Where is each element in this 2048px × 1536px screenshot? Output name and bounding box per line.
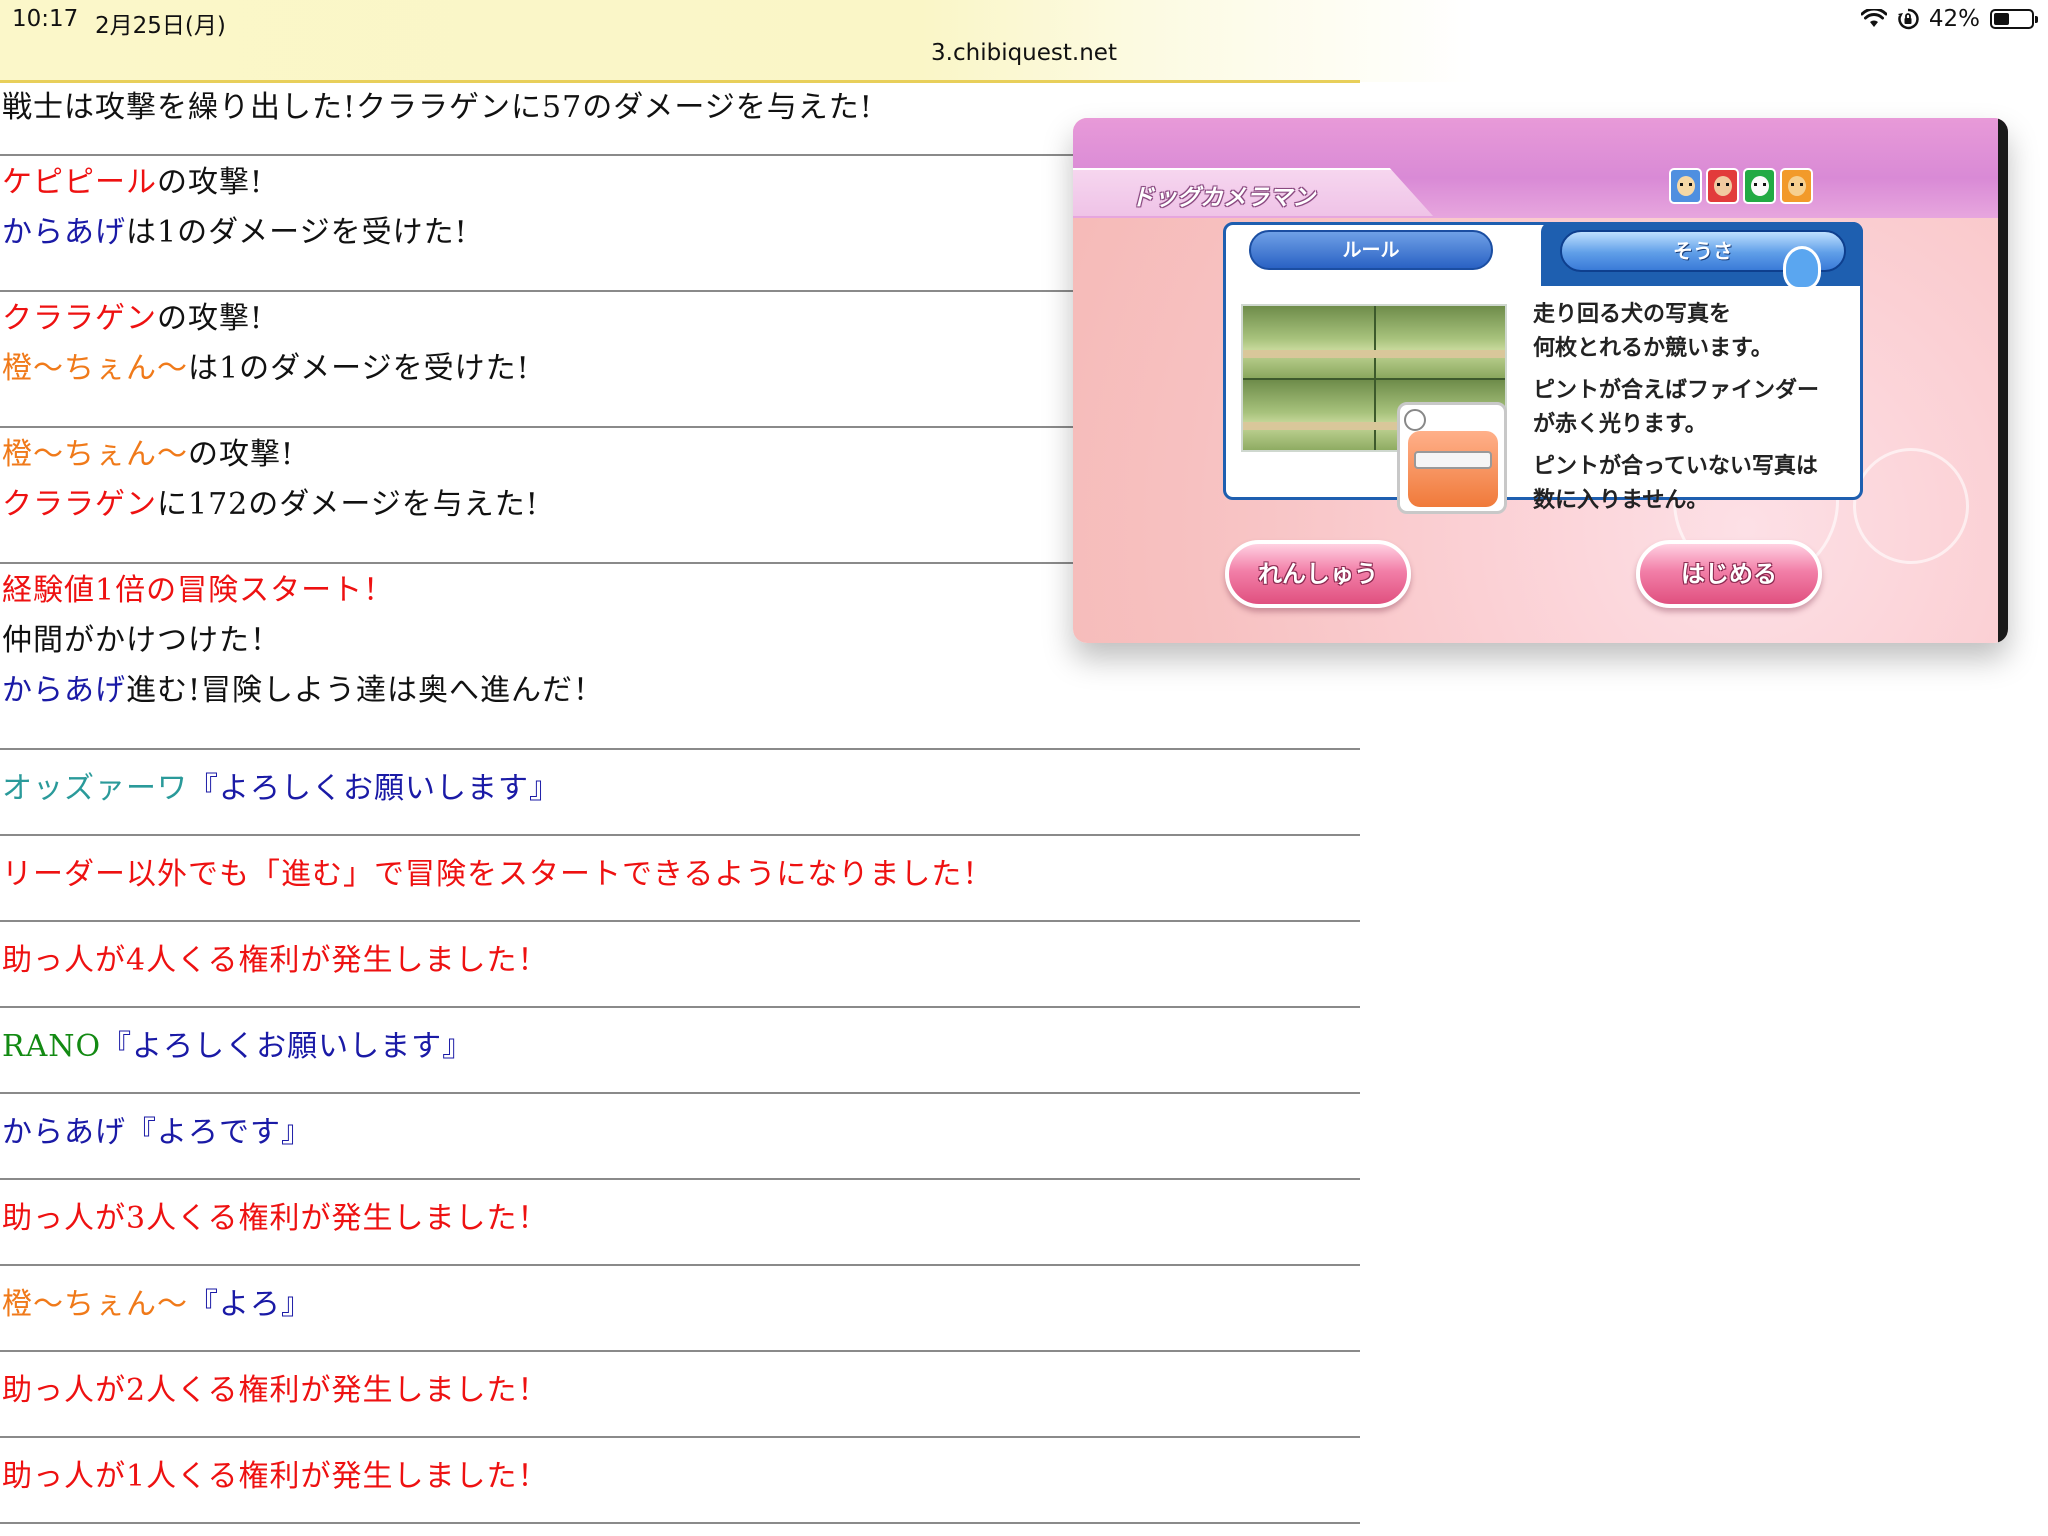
log-entry: オッズァーワ『よろしくお願いします』 [0,750,1360,836]
log-text-segment: 『よろ』 [188,1287,312,1322]
log-line: RANO『よろしくお願いします』 [2,1022,1360,1072]
log-text-segment: 仲間がかけつけた！ [2,623,281,658]
practice-button[interactable]: れんしゅう [1225,540,1411,608]
log-line: リーダー以外でも「進む」で冒険をスタートできるようになりました！ [2,850,1360,900]
instruction-text: 走り回る犬の写真を何枚とれるか競います。ピントが合えばファインダー が赤く光ります… [1533,298,1853,518]
log-entry: 橙〜ちぇん〜『よろ』 [0,1266,1360,1352]
log-text-segment: は1のダメージを受けた! [188,351,530,386]
log-text-segment: リーダー以外でも「進む」で冒険をスタートできるようになりました！ [2,857,994,892]
log-line: オッズァーワ『よろしくお願いします』 [2,764,1360,814]
log-text-segment: 経験値1倍の冒険スタート！ [2,573,395,608]
log-text-segment: に172のダメージを与えた! [157,487,539,522]
log-line: からあげ進む!冒険しよう達は奥へ進んだ！ [2,666,1360,716]
mii-icon [1780,168,1813,204]
tab-rule[interactable]: ルール [1249,230,1493,270]
log-line: 助っ人が4人くる権利が発生しました！ [2,936,1360,986]
instruction-line: ピントが合っていない写真は [1533,454,1818,479]
log-text-segment: クララゲン [2,301,157,336]
log-entry: 助っ人が2人くる権利が発生しました！ [0,1352,1360,1438]
pointer-hand-icon [1783,246,1821,290]
log-text-segment: の攻撃! [157,165,264,200]
log-text-segment: 助っ人が4人くる権利が発生しました！ [2,943,549,978]
status-time: 10:17 [12,6,79,32]
instruction-line: 数に入りません。 [1533,488,1709,513]
wifi-icon [1860,9,1887,27]
log-text-segment: の攻撃! [188,437,295,472]
battery-fill [1994,13,2009,25]
log-text-segment: の攻撃! [157,301,264,336]
hands-icon [1408,431,1498,507]
log-text-segment: ケピピール [2,165,157,200]
log-entry: 助っ人が3人くる権利が発生しました！ [0,1180,1360,1266]
log-line: 助っ人が3人くる権利が発生しました！ [2,1194,1360,1244]
log-text-segment: 戦士は攻撃を繰り出した!クララゲンに57のダメージを与えた! [2,90,873,125]
log-text-segment: 橙〜ちぇん〜 [2,1287,188,1322]
decorative-ring [1853,448,1969,564]
log-text-segment: 進む!冒険しよう達は奥へ進んだ！ [126,673,605,708]
log-text-segment: からあげ [2,1115,126,1150]
wii-remote-illustration [1397,402,1507,514]
log-text-segment: クララゲン [2,487,157,522]
log-text-segment: RANO [2,1029,102,1064]
log-line: 助っ人が2人くる権利が発生しました！ [2,1366,1360,1416]
battery-percent: 42% [1928,6,1980,32]
overlay-edge [1998,118,2008,643]
instruction-line: 走り回る犬の写真を [1533,302,1732,327]
mii-icon [1669,168,1702,204]
start-button[interactable]: はじめる [1636,540,1822,608]
remote-icon [1414,451,1492,469]
log-text-segment: 助っ人が1人くる権利が発生しました！ [2,1459,549,1494]
log-text-segment: 助っ人が2人くる権利が発生しました！ [2,1373,549,1408]
log-text-segment: 『よろです』 [126,1115,312,1150]
orientation-lock-icon [1897,8,1919,30]
battery-icon [1990,9,2038,29]
instruction-line: 何枚とれるか競います。 [1533,336,1773,361]
log-text-segment: 橙〜ちぇん〜 [2,351,188,386]
dpad-icon [1404,409,1426,431]
game-preview-window[interactable]: ドッグカメラマン ルール そうさ 走り回る犬の写真を 何枚とれるか競います。 ピント… [1073,118,2008,643]
log-line: 橙〜ちぇん〜『よろ』 [2,1280,1360,1330]
mii-icon [1706,168,1739,204]
log-entry: からあげ『よろです』 [0,1094,1360,1180]
log-text-segment: からあげ [2,215,126,250]
log-text-segment: 『よろしくお願いします』 [101,1029,474,1064]
log-entry: 助っ人が4人くる権利が発生しました！ [0,922,1360,1008]
log-line: 助っ人が1人くる権利が発生しました！ [2,1452,1360,1502]
log-text-segment: オッズァーワ [2,771,188,806]
log-text-segment: からあげ [2,673,126,708]
browser-top-bar: 10:17 2月25日(月) 42% 3.chibiquest.net [0,0,2048,82]
instruction-line: が赤く光ります。 [1533,412,1707,437]
log-text-segment: 助っ人が3人くる権利が発生しました！ [2,1201,549,1236]
address-bar-url[interactable]: 3.chibiquest.net [0,40,2048,66]
status-right-group: 42% [1860,6,2038,32]
status-date: 2月25日(月) [95,13,226,39]
log-text-segment: 『よろしくお願いします』 [188,771,560,806]
log-entry: リーダー以外でも「進む」で冒険をスタートできるようになりました！ [0,836,1360,922]
log-line: からあげ『よろです』 [2,1108,1360,1158]
game-title: ドッグカメラマン [1131,185,1315,211]
instruction-line: ピントが合えばファインダー [1533,378,1820,403]
log-entry: RANO『よろしくお願いします』 [0,1008,1360,1094]
game-title-tab: ドッグカメラマン [1073,168,1433,216]
log-text-segment: は1のダメージを受けた! [126,215,468,250]
mii-icon [1743,168,1776,204]
player-icons [1669,168,1813,204]
log-entry: 助っ人が1人くる権利が発生しました！ [0,1438,1360,1524]
log-text-segment: 橙〜ちぇん〜 [2,437,188,472]
